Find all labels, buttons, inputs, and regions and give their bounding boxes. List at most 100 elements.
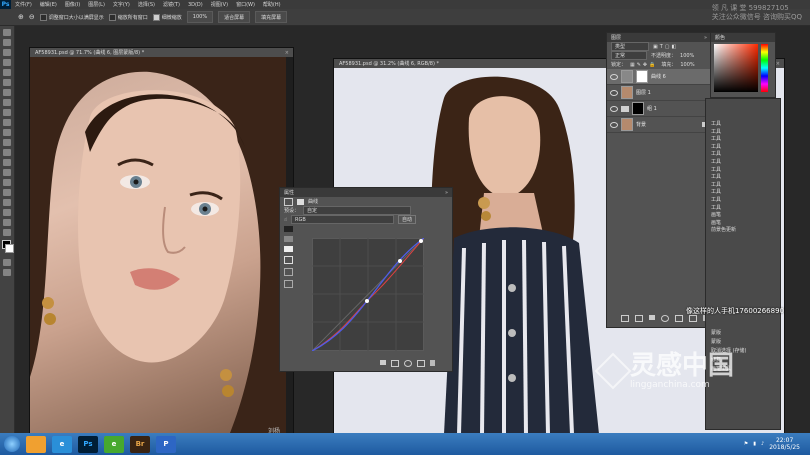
visibility-eye-icon[interactable] [610,121,618,128]
mask-thumb[interactable] [636,70,648,83]
zoom-tool-icon[interactable] [3,219,11,226]
close-icon[interactable]: × [285,50,289,56]
visibility-eye-icon[interactable] [610,89,618,96]
history-item[interactable]: 工具 [711,121,780,129]
fill-screen-button[interactable]: 填充屏幕 [255,11,288,23]
pen-tool-icon[interactable] [3,169,11,176]
history-item[interactable]: 工具 [711,136,780,144]
menu-window[interactable]: 窗口(W) [232,1,259,8]
healing-brush-tool-icon[interactable] [3,89,11,96]
history-item[interactable]: 工具 [711,167,780,175]
menu-select[interactable]: 选择(S) [134,1,159,8]
history-item[interactable]: 工具 [711,197,780,205]
taskbar-browser-icon[interactable]: e [104,435,124,453]
fx-icon[interactable] [635,315,643,322]
history-item[interactable]: 工具 [711,189,780,197]
quick-select-tool-icon[interactable] [3,59,11,66]
eraser-tool-icon[interactable] [3,129,11,136]
filter-icons[interactable]: ▣T▢◧ [653,44,678,50]
fill-field[interactable]: 100% [680,62,694,68]
layer-row-layer1[interactable]: 图层 1 [607,85,711,101]
color-field[interactable] [714,44,758,92]
curves-graph[interactable] [312,238,424,351]
quick-mask-icon[interactable] [3,259,11,266]
layer-kind-select[interactable]: 类型 [611,42,649,51]
brush-tool-icon[interactable] [3,99,11,106]
lock-icons[interactable]: ▦✎✥🔒 [630,62,657,68]
taskbar-photoshop-icon[interactable]: Ps [78,435,98,453]
zoom-out-icon[interactable]: ⊖ [29,13,35,21]
zoom-100-button[interactable]: 100% [186,11,214,23]
menu-help[interactable]: 帮助(H) [259,1,285,8]
fit-screen-button[interactable]: 适合屏幕 [218,11,251,23]
layer-row-background[interactable]: 背景 [607,117,711,133]
path-select-tool-icon[interactable] [3,189,11,196]
marquee-tool-icon[interactable] [3,39,11,46]
close-icon[interactable]: » [704,35,707,41]
layer-row-curves[interactable]: 曲线 6 [607,69,711,85]
start-button[interactable] [4,436,20,452]
taskbar-media-icon[interactable] [26,435,46,453]
type-tool-icon[interactable] [3,179,11,186]
blur-tool-icon[interactable] [3,149,11,156]
scrubby-zoom-checkbox[interactable]: 细微缩放 [152,13,182,21]
auto-button[interactable]: 自动 [398,215,417,224]
edit-toolbar-icon[interactable] [3,229,11,236]
eyedropper-gray-icon[interactable] [284,236,293,242]
resize-windows-checkbox[interactable]: 调整窗口大小以满屏显示 [39,13,104,21]
history-brush-tool-icon[interactable] [3,119,11,126]
visibility-eye-icon[interactable] [610,105,618,112]
reset-icon[interactable] [404,360,412,367]
tray-flag-icon[interactable]: ⚑ [744,441,748,447]
new-layer-icon[interactable] [689,315,697,322]
history-item[interactable]: 前景色更新 [711,227,780,235]
clock[interactable]: 22:07 2018/5/25 [769,437,800,451]
zoom-all-windows-checkbox[interactable]: 缩放所有窗口 [108,13,148,21]
preset-select[interactable]: 自定 [303,206,412,215]
visibility-eye-icon[interactable] [610,73,618,80]
close-icon[interactable]: » [445,190,448,196]
hand-tool-icon[interactable] [3,209,11,216]
group-mask-thumb[interactable] [632,102,644,115]
history-item[interactable]: 工具 [711,205,780,213]
background-color[interactable] [5,244,14,253]
lasso-tool-icon[interactable] [3,49,11,56]
new-group-icon[interactable] [675,315,683,322]
channel-select[interactable]: RGB [291,215,395,224]
photoshop-app-icon[interactable]: Ps [0,0,11,9]
zoom-in-icon[interactable]: ⊕ [18,13,24,21]
eyedropper-tool-icon[interactable] [3,79,11,86]
taskbar-p-icon[interactable]: P [156,435,176,453]
screen-mode-icon[interactable] [3,269,11,276]
menu-3d[interactable]: 3D(D) [184,2,207,8]
history-item[interactable]: 蒙版 [711,338,747,347]
menu-edit[interactable]: 编辑(E) [36,1,61,8]
mask-icon[interactable] [297,198,304,205]
history-item[interactable]: 工具 [711,144,780,152]
blend-mode-select[interactable]: 正常 [611,51,647,60]
document-window-left[interactable]: AF58931.psd @ 71.7% (曲线 6, 图层蒙版/8) * × [29,47,294,435]
curve-pencil-icon[interactable] [284,268,293,276]
menu-view[interactable]: 视图(V) [207,1,232,8]
opacity-field[interactable]: 100% [680,53,694,59]
document-tab-left[interactable]: AF58931.psd @ 71.7% (曲线 6, 图层蒙版/8) * × [30,48,293,57]
curve-point-tool-icon[interactable] [284,256,293,264]
layer-row-group1[interactable]: 组 1 [607,101,711,117]
menu-layer[interactable]: 图层(L) [84,1,109,8]
menu-file[interactable]: 文件(F) [11,1,36,8]
properties-tab-curves[interactable]: 曲线 [308,198,318,205]
color-swatches[interactable] [0,240,14,256]
clip-to-layer-icon[interactable] [380,360,386,365]
history-item[interactable]: 工具 [711,174,780,182]
taskbar-ie-icon[interactable]: e [52,435,72,453]
link-icon[interactable] [621,315,629,322]
shape-tool-icon[interactable] [3,199,11,206]
close-icon[interactable]: × [776,61,780,67]
smooth-icon[interactable] [284,280,293,288]
trash-icon[interactable] [430,360,435,366]
adjustment-layer-icon[interactable] [661,315,669,322]
eyedropper-black-icon[interactable] [284,226,293,232]
portrait-canvas-left[interactable] [30,57,286,433]
visibility-icon[interactable] [417,360,425,367]
history-item[interactable]: 工具 [711,129,780,137]
